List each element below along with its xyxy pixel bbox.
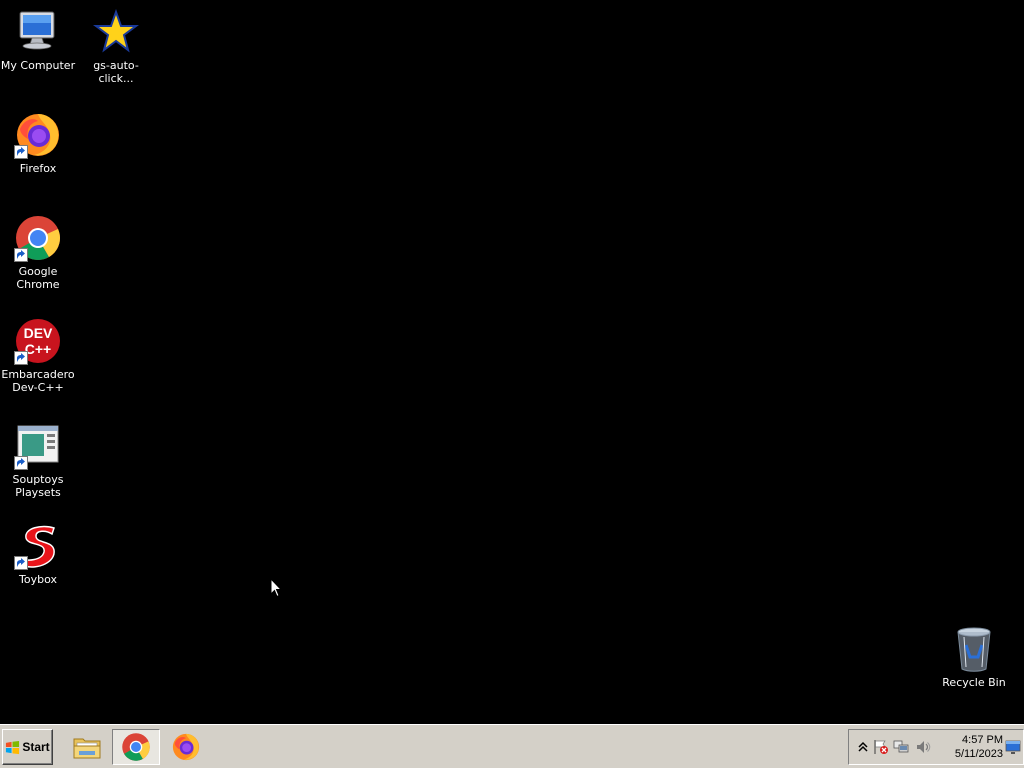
desktop: My Computer gs-auto-click... Firefox Goo… xyxy=(0,0,1024,724)
computer-icon xyxy=(14,8,62,56)
desktop-icon-google-chrome[interactable]: Google Chrome xyxy=(0,214,78,291)
desktop-icon-gs-auto-click[interactable]: gs-auto-click... xyxy=(76,8,156,85)
desktop-icon-label: Toybox xyxy=(19,573,57,586)
desktop-icon-label: gs-auto-click... xyxy=(93,59,139,85)
clock[interactable]: 4:57 PM 5/11/2023 xyxy=(937,733,1003,761)
shortcut-arrow-icon xyxy=(14,248,28,262)
mouse-cursor-icon xyxy=(270,578,282,598)
windows-logo-icon xyxy=(6,740,20,754)
action-center-flag-icon[interactable] xyxy=(873,739,889,755)
desktop-icon-firefox[interactable]: Firefox xyxy=(0,111,78,175)
desktop-icon-toybox[interactable]: Toybox xyxy=(0,522,78,586)
taskbar: Start 4:57 PM 5/11/2023 xyxy=(0,724,1024,768)
desktop-icon-label: Souptoys Playsets xyxy=(12,473,64,499)
star-icon xyxy=(92,8,140,56)
desktop-icon-embarcadero-dev-cpp[interactable]: DEV C++ Embarcadero Dev-C++ xyxy=(0,317,78,394)
explorer-icon xyxy=(73,738,101,759)
shortcut-arrow-icon xyxy=(14,556,28,570)
shortcut-arrow-icon xyxy=(14,145,28,159)
shortcut-arrow-icon xyxy=(14,351,28,365)
desktop-icon-recycle-bin[interactable]: Recycle Bin xyxy=(934,625,1014,689)
system-tray: 4:57 PM 5/11/2023 xyxy=(848,729,1024,765)
desktop-icon-label: My Computer xyxy=(0,59,76,72)
clock-date: 5/11/2023 xyxy=(954,748,1003,760)
shortcut-arrow-icon xyxy=(14,456,28,470)
show-desktop-icon xyxy=(1005,740,1021,754)
svg-text:C++: C++ xyxy=(25,341,51,357)
desktop-icon-label: Google Chrome xyxy=(16,265,60,291)
volume-icon[interactable] xyxy=(915,739,931,755)
chrome-icon xyxy=(14,214,62,262)
chevron-up-icon[interactable] xyxy=(855,739,871,755)
toybox-icon xyxy=(14,522,62,570)
start-button[interactable]: Start xyxy=(2,729,53,765)
firefox-icon xyxy=(14,111,62,159)
network-icon[interactable] xyxy=(893,739,909,755)
desktop-icon-label: Recycle Bin xyxy=(942,676,1006,689)
taskbar-button-explorer[interactable] xyxy=(63,729,111,765)
show-desktop-button[interactable] xyxy=(1005,738,1021,756)
desktop-icon-my-computer[interactable]: My Computer xyxy=(0,8,78,72)
desktop-icon-label: Firefox xyxy=(19,162,57,175)
devcpp-icon: DEV C++ xyxy=(14,317,62,365)
start-label: Start xyxy=(22,740,50,754)
taskbar-button-firefox[interactable] xyxy=(162,729,210,765)
desktop-icon-label: Embarcadero Dev-C++ xyxy=(1,368,75,394)
desktop-icon-souptoys-playsets[interactable]: Souptoys Playsets xyxy=(0,422,78,499)
firefox-icon xyxy=(172,733,200,761)
souptoys-icon xyxy=(14,422,62,470)
recycle-bin-icon xyxy=(950,625,998,673)
chrome-icon xyxy=(122,733,150,761)
clock-time: 4:57 PM xyxy=(962,734,1003,746)
svg-text:DEV: DEV xyxy=(24,325,53,341)
taskbar-button-chrome[interactable] xyxy=(112,729,160,765)
